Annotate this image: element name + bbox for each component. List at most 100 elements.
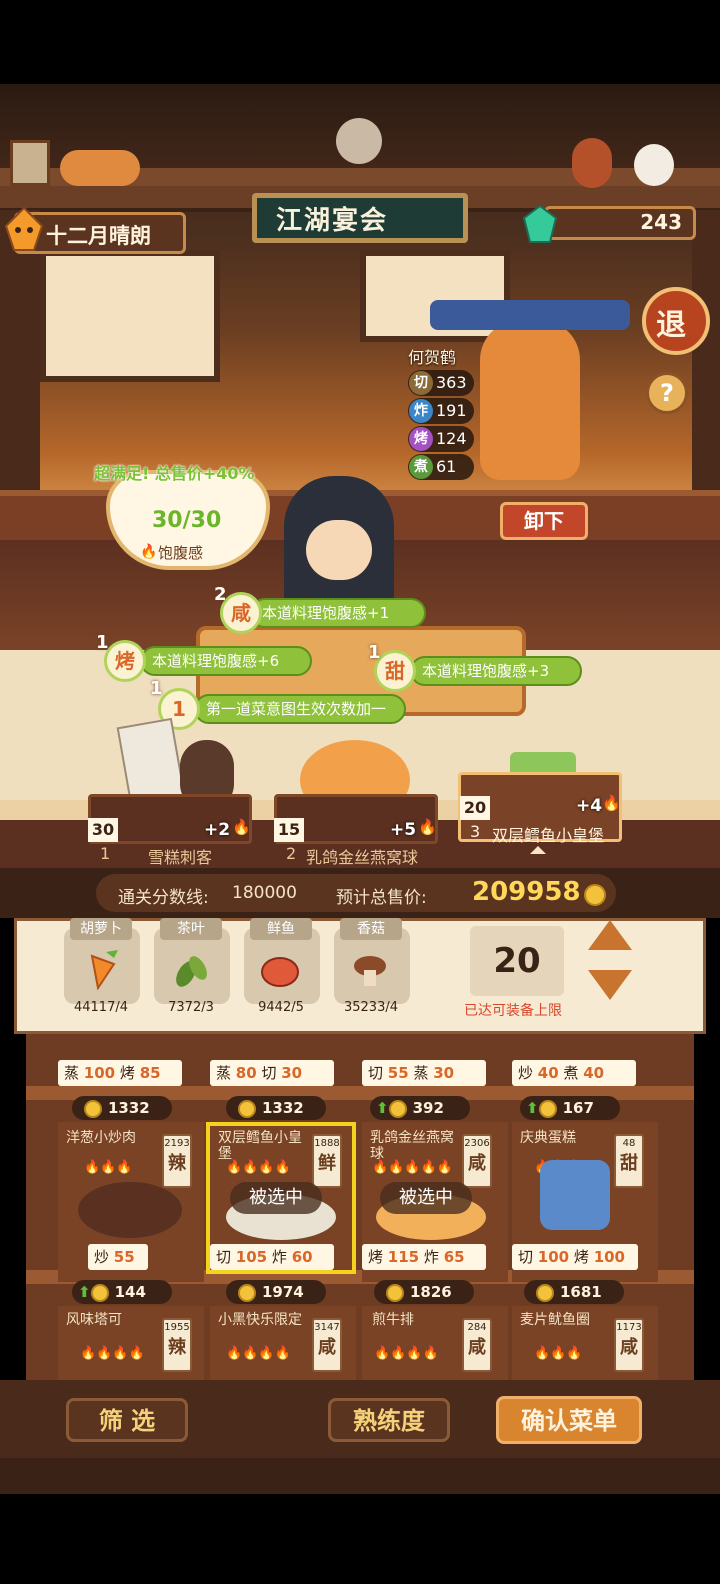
roast-icon: 烤 <box>104 640 146 682</box>
confirm-menu-button[interactable]: 确认菜单 <box>496 1396 642 1444</box>
satiety-bonus-text: 超满足! 总售价+40% <box>94 464 255 483</box>
flame-icon: 🔥 <box>418 818 437 836</box>
tea-leaf-icon <box>172 950 212 994</box>
recipe-stats: 切 100 烤 100 <box>512 1244 638 1270</box>
arrow-down-icon[interactable] <box>588 970 632 1000</box>
dish-qty: 15 <box>274 818 304 842</box>
arrow-up-icon[interactable] <box>588 920 632 950</box>
recipe-price: 1681 <box>524 1280 624 1304</box>
proficiency-button[interactable]: 熟练度 <box>328 1398 450 1442</box>
effect-pill-first-dish: 第一道菜意图生效次数加一 <box>194 694 406 724</box>
dish-name: 乳鸽金丝燕窝球 <box>306 848 419 867</box>
recipe-name: 庆典蛋糕 <box>520 1130 576 1146</box>
effect-count: 1 <box>368 642 381 663</box>
coin-icon <box>84 1099 102 1118</box>
fox-icon <box>4 206 44 252</box>
ingredient-count: 44117/4 <box>73 1000 128 1015</box>
ingredient-name: 香菇 <box>340 918 402 940</box>
white-cat-figure <box>634 144 674 186</box>
coin-icon <box>538 1099 557 1118</box>
flavor-badge: 1173 咸 <box>614 1318 644 1372</box>
flavor-badge: 1888 鲜 <box>312 1134 342 1188</box>
date-label: 十二月晴朗 <box>46 224 151 248</box>
upgrade-arrow-icon: ⬆ <box>376 1099 389 1117</box>
cut-icon: 切 <box>409 371 433 395</box>
coin-icon <box>238 1283 256 1302</box>
forecast-label: 预计总售价: <box>336 888 427 908</box>
coin-icon <box>536 1283 554 1302</box>
flame-icon: 🔥 <box>602 794 621 812</box>
upgrade-arrow-icon: ⬆ <box>78 1283 91 1301</box>
recipe-stats: 切 105 炸 60 <box>210 1244 334 1270</box>
threshold-value: 180000 <box>232 883 297 903</box>
coin-icon <box>238 1099 256 1118</box>
fry-icon: 炸 <box>409 399 433 423</box>
flame-icon: 🔥 <box>140 544 158 560</box>
boil-icon: 煮 <box>409 455 433 479</box>
stat-value: 61 <box>436 457 457 476</box>
ingredient-name: 鲜鱼 <box>250 918 312 940</box>
help-button[interactable]: ? <box>646 372 688 414</box>
recipe-stats: 烤 115 炸 65 <box>362 1244 486 1270</box>
equip-count: 20 <box>470 926 564 996</box>
mushroom-icon <box>350 950 394 994</box>
ingredient-count: 7372/3 <box>168 1000 214 1015</box>
npc-stat-roast: 烤 124 <box>408 426 474 452</box>
recipe-name: 煎牛排 <box>372 1312 414 1328</box>
npc-name: 何贺鹤 <box>408 348 457 367</box>
carrot-icon <box>84 950 120 994</box>
effect-count: 1 <box>150 678 163 699</box>
equip-limit-note: 已达可装备上限 <box>464 1003 562 1019</box>
dish-bonus: +4 <box>576 796 603 816</box>
dish-index: 3 <box>470 822 481 841</box>
recipe-price: ⬆ 392 <box>370 1096 470 1120</box>
window-left <box>40 250 220 382</box>
recipe-name: 双层鳕鱼小皇堡 <box>218 1130 302 1162</box>
forecast-value: 209958 <box>472 877 581 907</box>
unload-button[interactable]: 卸下 <box>500 502 588 540</box>
dish-bonus: +2 <box>204 820 231 840</box>
stat-value: 191 <box>436 401 467 420</box>
upgrade-arrow-icon: ⬆ <box>526 1099 539 1117</box>
flavor-badge: 284 咸 <box>462 1318 492 1372</box>
recipe-stats: 炒 55 <box>88 1244 148 1270</box>
effect-pill-roast: 本道料理饱腹感+6 <box>140 646 312 676</box>
dish-name: 雪糕刺客 <box>148 848 213 867</box>
girl-figure <box>572 138 612 188</box>
filter-button[interactable]: 筛 选 <box>66 1398 188 1442</box>
effect-pill-salty: 本道料理饱腹感+1 <box>250 598 426 628</box>
flavor-badge: 2306 咸 <box>462 1134 492 1188</box>
npc-roof <box>430 300 630 330</box>
flavor-badge: 48 甜 <box>614 1134 644 1188</box>
customer-face <box>306 520 372 580</box>
ingredient-count: 9442/5 <box>258 1000 304 1015</box>
fish-icon <box>260 950 304 994</box>
ingredient-name: 茶叶 <box>160 918 222 940</box>
spice-level: 🔥🔥🔥🔥 <box>374 1346 439 1361</box>
recipe-stats: 炒 40 煮 40 <box>512 1060 636 1086</box>
satiety-label: 饱腹感 <box>158 544 204 562</box>
recipe-name: 小黑快乐限定 <box>218 1312 302 1328</box>
roast-icon: 烤 <box>409 427 433 451</box>
dish-index: 2 <box>286 844 297 863</box>
recipe-price: 1826 <box>374 1280 474 1304</box>
spice-level: 🔥🔥🔥🔥 <box>226 1160 291 1175</box>
npc-stat-cut: 切 363 <box>408 370 474 396</box>
effect-count: 1 <box>96 632 109 653</box>
flavor-badge: 2193 辣 <box>162 1134 192 1188</box>
flavor-badge: 3147 咸 <box>312 1318 342 1372</box>
recipe-stats: 切 55 蒸 30 <box>362 1060 486 1086</box>
threshold-label: 通关分数线: <box>118 888 209 908</box>
dish-index: 1 <box>100 844 111 863</box>
coin-icon <box>584 884 606 906</box>
dish-bonus: +5 <box>390 820 417 840</box>
spice-level: 🔥🔥🔥🔥🔥 <box>372 1160 453 1175</box>
ingredient-name: 胡萝卜 <box>70 918 132 940</box>
recipe-name: 洋葱小炒肉 <box>66 1130 136 1146</box>
recipe-name: 麦片鱿鱼圈 <box>520 1312 590 1328</box>
effect-pill-sweet: 本道料理饱腹感+3 <box>410 656 582 686</box>
coin-icon <box>388 1099 407 1118</box>
sign-title: 江湖宴会 <box>276 206 389 236</box>
dish-qty: 30 <box>88 818 118 842</box>
spice-level: 🔥🔥🔥🔥 <box>80 1346 145 1361</box>
